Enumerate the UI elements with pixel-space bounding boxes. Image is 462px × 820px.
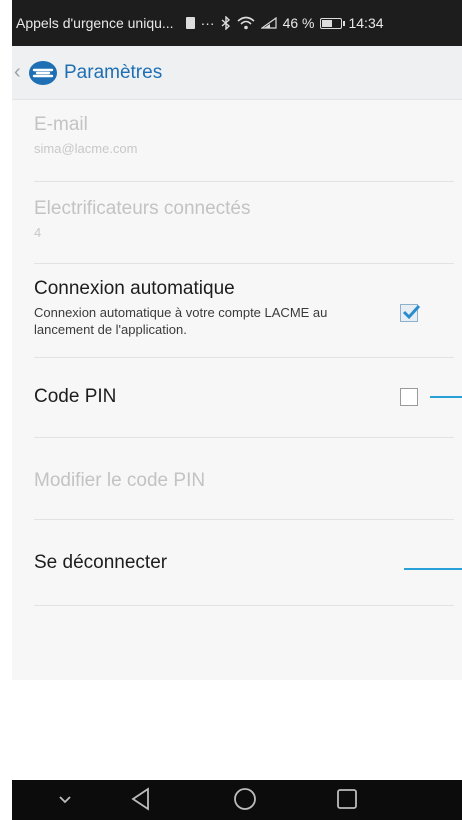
lacme-logo-icon[interactable]: [28, 58, 58, 88]
pin-checkbox[interactable]: [400, 388, 418, 406]
battery-percent: 46 %: [282, 15, 315, 31]
navigation-bar: [12, 780, 462, 820]
email-label: E-mail: [34, 114, 88, 135]
auto-connect-description: Connexion automatique à votre compte LAC…: [34, 305, 328, 337]
battery-icon: [320, 17, 346, 29]
sim-icon: [185, 17, 195, 29]
pin-setting[interactable]: Code PIN: [34, 358, 454, 438]
pin-label: Code PIN: [34, 386, 117, 407]
logout-setting[interactable]: Se déconnecter: [34, 520, 454, 606]
auto-connect-setting[interactable]: Connexion automatique Connexion automati…: [34, 278, 454, 358]
back-chevron-icon[interactable]: ‹: [14, 61, 26, 84]
status-bar: Appels d'urgence uniqu... ··· 46 % 14:34: [12, 0, 462, 46]
pin-callout-line: [430, 396, 462, 398]
electrificateurs-label: Electrificateurs connectés: [34, 198, 251, 219]
home-nav-icon[interactable]: [232, 786, 258, 812]
app-bar: ‹ Paramètres: [12, 46, 462, 100]
bluetooth-icon: [221, 16, 230, 30]
signal-icon: [260, 17, 277, 29]
electrificateurs-setting: Electrificateurs connectés 4: [34, 198, 454, 264]
recent-apps-nav-icon[interactable]: [335, 786, 359, 812]
logout-label: Se déconnecter: [34, 552, 168, 573]
auto-connect-checkbox[interactable]: [400, 304, 421, 322]
hide-nav-chevron-icon[interactable]: [58, 795, 72, 805]
notification-text: Appels d'urgence uniqu...: [16, 15, 174, 31]
phone-screen: Appels d'urgence uniqu... ··· 46 % 14:34…: [12, 0, 462, 820]
auto-connect-label: Connexion automatique: [34, 278, 235, 299]
page-title: Paramètres: [64, 61, 163, 83]
status-icons: ··· 46 % 14:34: [185, 15, 384, 31]
modify-pin-label: Modifier le code PIN: [34, 470, 206, 491]
more-notifications-icon: ···: [200, 15, 215, 31]
email-value: sima@lacme.com: [34, 141, 138, 156]
back-nav-icon[interactable]: [130, 786, 152, 812]
checkmark-icon: [402, 304, 421, 320]
clock: 14:34: [348, 15, 384, 31]
settings-list: E-mail sima@lacme.com Electrificateurs c…: [12, 100, 462, 680]
wifi-icon: [237, 16, 255, 30]
electrificateurs-count: 4: [34, 225, 42, 240]
logout-callout-line: [404, 568, 462, 570]
email-setting: E-mail sima@lacme.com: [34, 114, 454, 182]
modify-pin-setting: Modifier le code PIN: [34, 438, 454, 520]
